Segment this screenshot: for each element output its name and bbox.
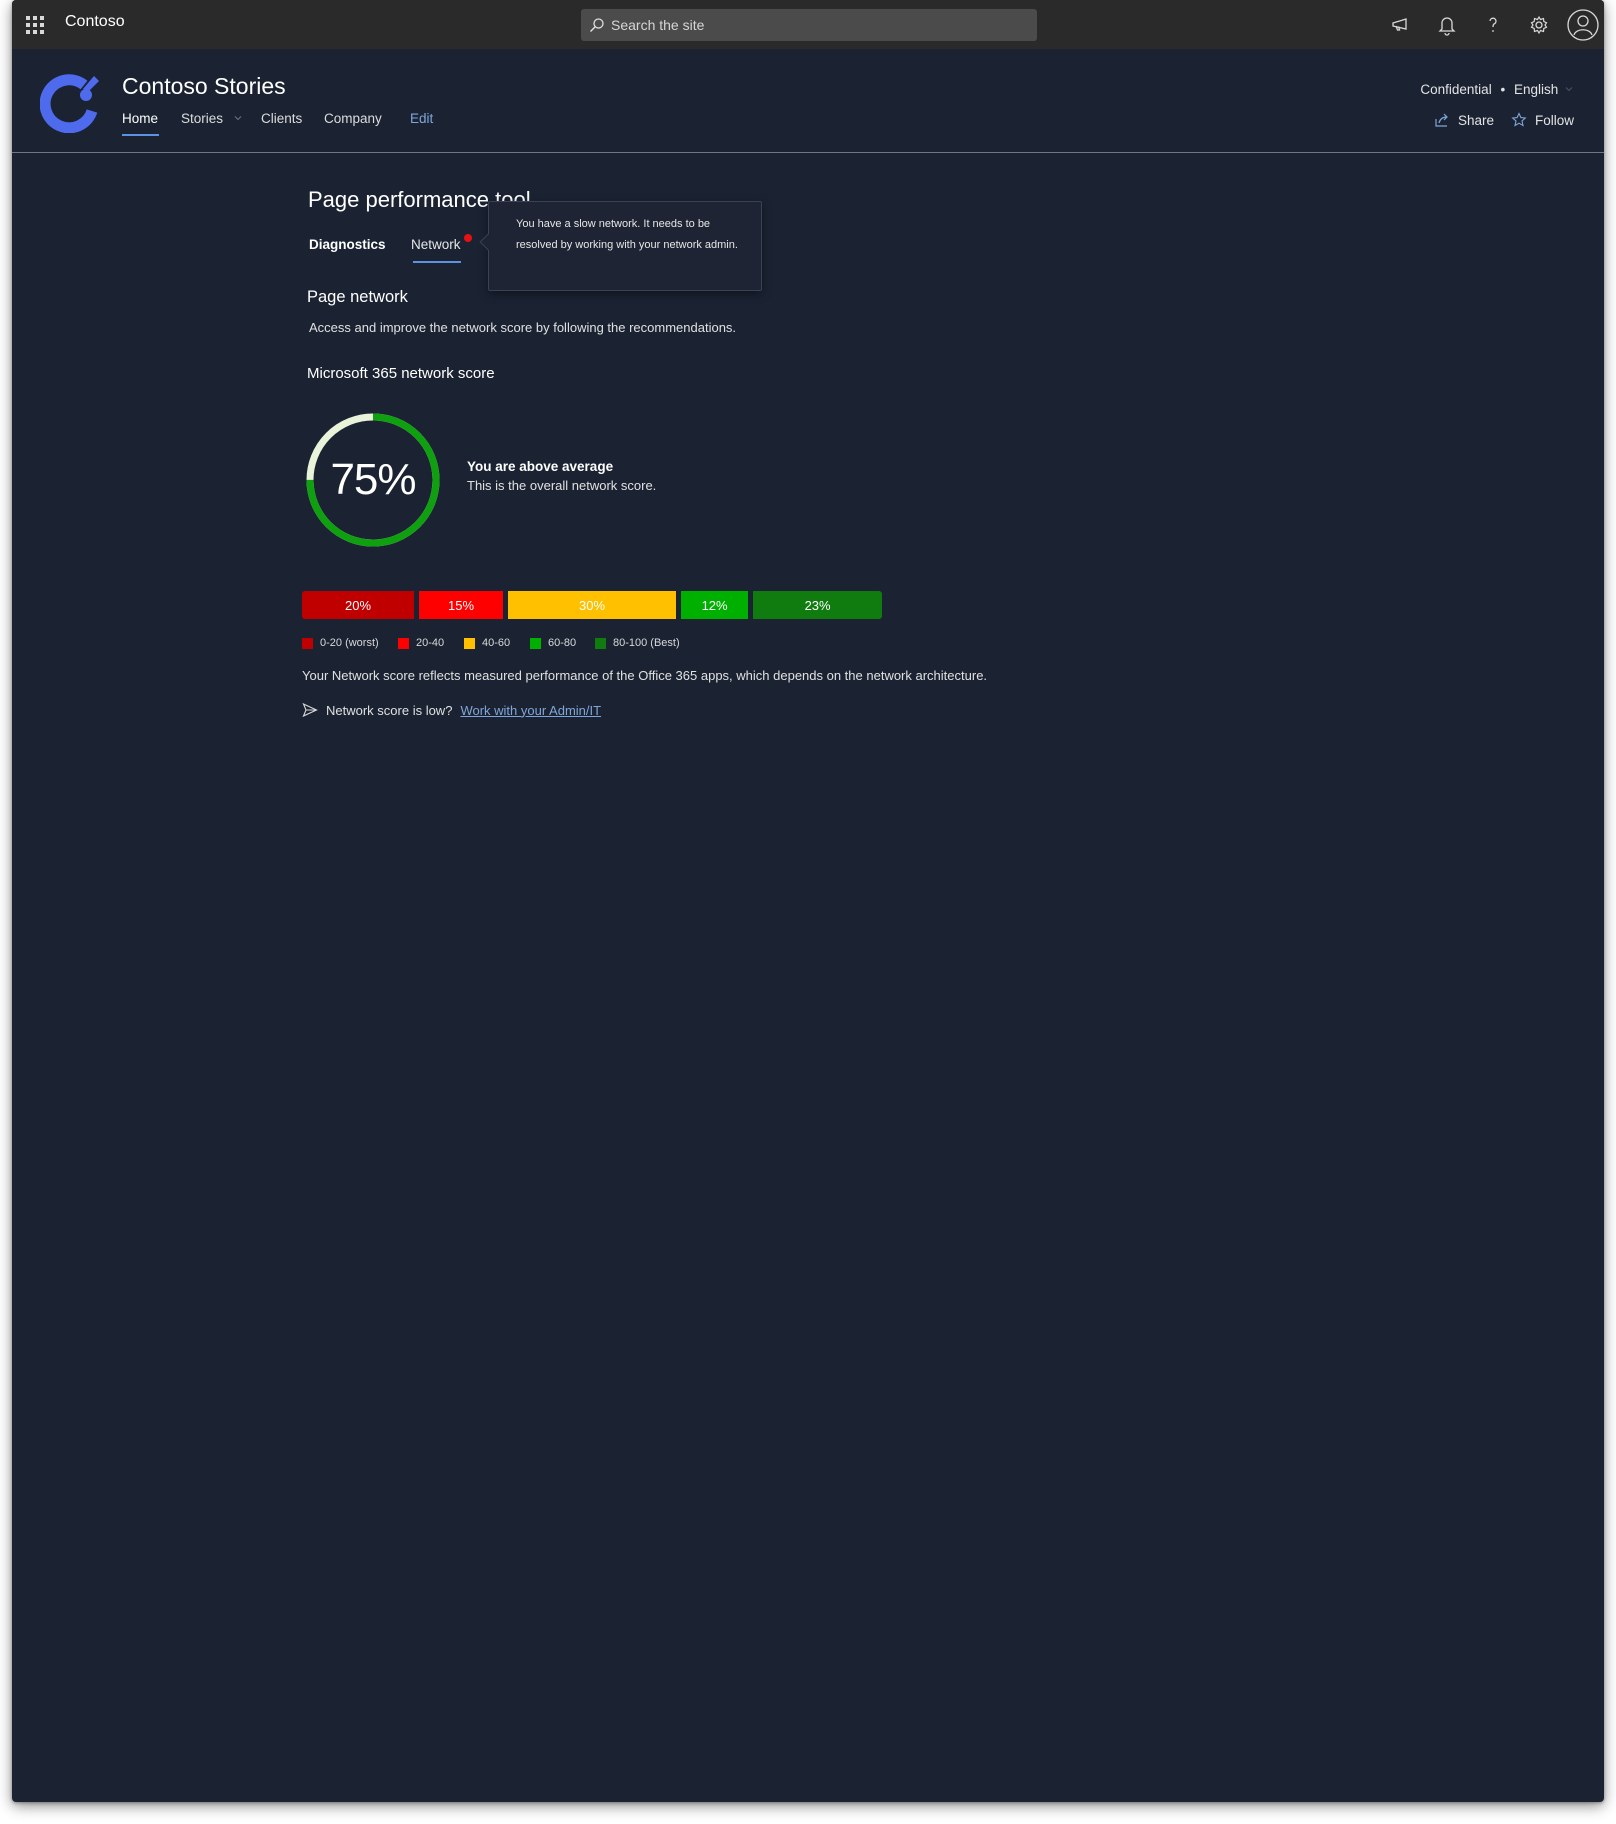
legend-item: 60-80 — [530, 637, 576, 649]
section-title: Page network — [307, 288, 408, 306]
nav-item-label: Company — [324, 111, 382, 126]
legend-item: 80-100 (Best) — [595, 637, 680, 649]
share-label: Share — [1457, 112, 1494, 128]
account-icon[interactable] — [1566, 8, 1600, 42]
score-verdict: You are above average — [467, 459, 614, 474]
chevron-down-icon — [1565, 87, 1573, 92]
suite-app-name[interactable]: Contoso — [65, 13, 125, 31]
share-icon — [1435, 113, 1448, 127]
help-icon[interactable] — [1481, 13, 1505, 37]
legend-swatch — [302, 637, 313, 649]
low-score-prompt: Network score is low? — [326, 702, 453, 718]
nav-item-label: Home — [122, 111, 159, 126]
tab-diagnostics[interactable]: Diagnostics — [309, 237, 386, 252]
site-header: Contoso Stories Home Stories Clients Com… — [12, 49, 1604, 153]
tooltip-beak — [479, 233, 497, 251]
site-title[interactable]: Contoso Stories — [122, 73, 286, 100]
language-label: English — [1513, 82, 1559, 97]
legend-label: 40-60 — [482, 637, 511, 649]
waffle-icon[interactable] — [26, 16, 44, 34]
tooltip-text: You have a slow network. It needs to be … — [516, 218, 738, 251]
nav-item-home[interactable]: Home — [122, 111, 159, 136]
legend-item: 40-60 — [464, 637, 510, 649]
distribution-segment: 12% — [681, 591, 749, 619]
site-logo-icon[interactable] — [40, 71, 102, 133]
follow-label: Follow — [1534, 112, 1574, 128]
network-score-gauge: 75% — [304, 411, 442, 549]
section-description: Access and improve the network score by … — [309, 320, 737, 335]
legend-item: 20-40 — [398, 637, 444, 649]
search-icon — [590, 18, 604, 32]
legend-item: 0-20 (worst) — [302, 637, 379, 649]
search-box[interactable] — [581, 9, 1037, 41]
legend-swatch — [464, 637, 475, 649]
score-value: 75% — [330, 455, 416, 504]
legend-label: 0-20 (worst) — [320, 637, 379, 649]
send-icon — [302, 702, 318, 718]
network-tooltip: You have a slow network. It needs to be … — [479, 201, 762, 291]
nav-item-label: Clients — [261, 111, 303, 126]
app-window: Contoso Search the site Contoso Stories … — [12, 0, 1604, 1802]
legend-label: 80-100 (Best) — [613, 637, 680, 649]
legend-label: 60-80 — [548, 637, 577, 649]
admin-link[interactable]: Work with your Admin/IT — [460, 703, 601, 718]
gear-icon[interactable] — [1527, 13, 1551, 37]
legend-swatch — [530, 637, 541, 649]
bell-icon[interactable] — [1435, 13, 1459, 37]
distribution-segment: 20% — [302, 591, 414, 619]
nav-item-company[interactable]: Company — [324, 111, 382, 126]
score-caption: This is the overall network score. — [467, 478, 657, 493]
nav-item-label: Stories — [181, 111, 224, 126]
distribution-segment: 15% — [419, 591, 503, 619]
distribution-segment: 30% — [508, 591, 676, 619]
legend-swatch — [595, 637, 606, 649]
distribution-segment: 23% — [753, 591, 882, 619]
tab-selected-indicator — [413, 261, 461, 263]
share-button[interactable]: Share — [1434, 112, 1494, 128]
suite-bar: Contoso — [12, 0, 1604, 49]
score-explanation: Your Network score reflects measured per… — [302, 668, 988, 683]
header-actions: Confidential • English Share Follow — [1374, 82, 1574, 162]
classification-label: Confidential — [1420, 82, 1492, 97]
low-score-help: Network score is low? Work with your Adm… — [302, 702, 601, 718]
nav-item-label: Edit — [410, 111, 434, 126]
search-input[interactable] — [611, 9, 1021, 41]
score-heading: Microsoft 365 network score — [307, 365, 495, 382]
follow-button[interactable]: Follow — [1511, 112, 1574, 128]
nav-edit-link[interactable]: Edit — [410, 111, 433, 126]
chevron-down-icon — [234, 116, 242, 121]
site-classification[interactable]: Confidential • English — [1420, 82, 1574, 97]
legend-swatch — [398, 637, 409, 649]
nav-item-clients[interactable]: Clients — [261, 111, 302, 126]
nav-selected-indicator — [122, 134, 159, 136]
alert-dot-icon — [464, 234, 472, 242]
star-icon — [1511, 112, 1527, 127]
score-distribution-bar: 20% 15% 30% 12% 23% — [302, 591, 882, 619]
nav-item-stories[interactable]: Stories — [181, 111, 243, 126]
classification-separator: • — [1500, 82, 1506, 97]
tab-network[interactable]: Network — [411, 237, 461, 252]
megaphone-icon[interactable] — [1389, 13, 1413, 37]
legend-label: 20-40 — [416, 637, 445, 649]
